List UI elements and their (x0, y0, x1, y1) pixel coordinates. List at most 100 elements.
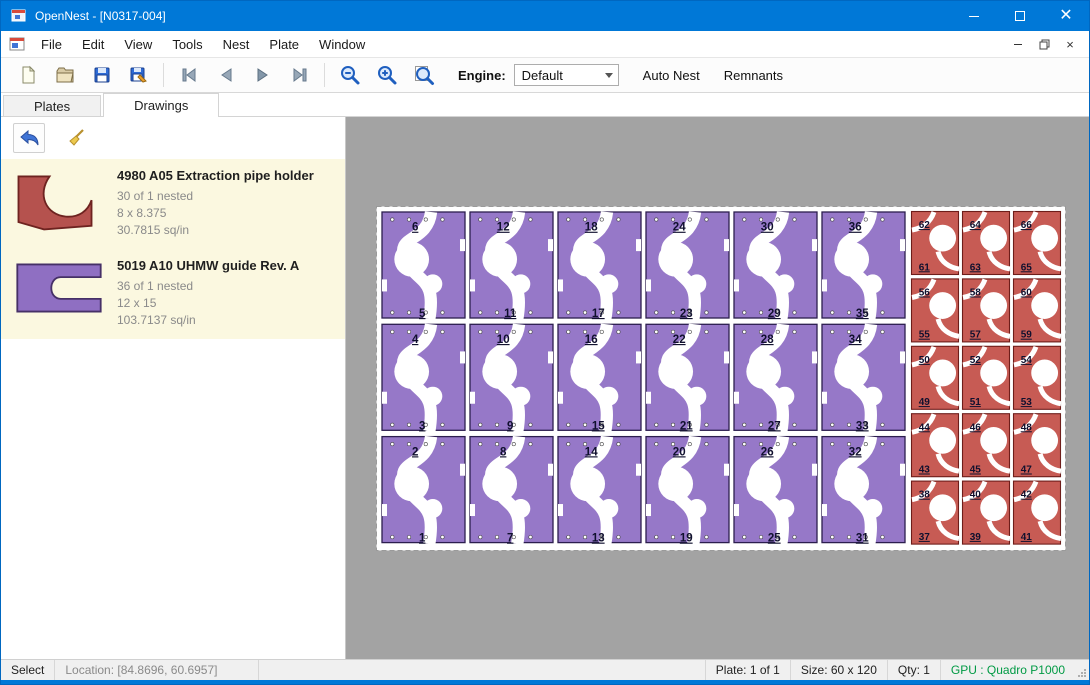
nest-plate[interactable]: 6512111817242330293635431091615222128273… (376, 206, 1066, 551)
part-number[interactable]: 31 (856, 533, 869, 545)
part-number[interactable]: 51 (970, 397, 982, 408)
purple-part-pair[interactable]: 26 25 (734, 437, 817, 545)
red-part-pair[interactable]: 5453 (1014, 346, 1062, 409)
part-number[interactable]: 44 (919, 422, 931, 433)
part-number[interactable]: 6 (412, 222, 418, 234)
previous-plate-button[interactable] (207, 60, 244, 90)
part-number[interactable]: 47 (1021, 465, 1033, 476)
open-button[interactable] (46, 60, 83, 90)
red-part-pair[interactable]: 52 51 (963, 346, 1011, 409)
part-number[interactable]: 57 (970, 330, 982, 341)
part-number[interactable]: 48 (1021, 422, 1033, 433)
part-number[interactable]: 8 (500, 446, 507, 458)
part-number[interactable]: 17 (592, 308, 605, 320)
red-part-pair[interactable]: 46 45 (963, 414, 1011, 477)
part-number[interactable]: 61 (919, 262, 931, 273)
part-number[interactable]: 36 (849, 222, 862, 234)
minimize-button[interactable] (951, 1, 997, 31)
part-number[interactable]: 32 (849, 446, 862, 458)
part-number[interactable]: 59 (1021, 330, 1033, 341)
menu-plate[interactable]: Plate (259, 33, 309, 56)
part-number[interactable]: 35 (856, 308, 869, 320)
red-part-pair[interactable]: 50 49 (912, 346, 960, 409)
part-number[interactable]: 37 (919, 532, 931, 543)
red-part-pair[interactable]: 44 43 (912, 414, 960, 477)
engine-select[interactable]: Default (514, 64, 619, 86)
save-as-button[interactable] (120, 60, 157, 90)
purple-part-pair[interactable]: 65 (382, 212, 465, 320)
part-number[interactable]: 7 (507, 533, 513, 545)
part-number[interactable]: 49 (919, 397, 931, 408)
part-number[interactable]: 21 (680, 420, 693, 432)
next-plate-button[interactable] (244, 60, 281, 90)
part-number[interactable]: 52 (970, 355, 982, 366)
first-plate-button[interactable] (170, 60, 207, 90)
red-part-pair[interactable]: 60 59 (1014, 279, 1062, 342)
part-number[interactable]: 45 (970, 465, 982, 476)
purple-part-pair[interactable]: 34 33 (822, 324, 905, 432)
part-number[interactable]: 42 (1021, 490, 1033, 501)
part-number[interactable]: 22 (673, 334, 686, 346)
part-number[interactable]: 62 (919, 220, 931, 231)
purple-part-pair[interactable]: 1413 (558, 437, 641, 545)
drawing-list-item[interactable]: 5019 A10 UHMW guide Rev. A 36 of 1 neste… (1, 249, 345, 339)
part-number[interactable]: 46 (970, 422, 982, 433)
red-part-pair[interactable]: 5655 (912, 279, 960, 342)
red-part-pair[interactable]: 62 61 (912, 212, 960, 275)
close-button[interactable]: ✕ (1043, 1, 1089, 31)
part-number[interactable]: 26 (761, 446, 774, 458)
part-number[interactable]: 55 (919, 330, 931, 341)
part-number[interactable]: 34 (849, 334, 862, 346)
purple-part-pair[interactable]: 1211 (470, 212, 553, 320)
part-number[interactable]: 11 (504, 308, 517, 320)
part-number[interactable]: 18 (585, 222, 598, 234)
part-number[interactable]: 16 (585, 334, 598, 346)
mdi-restore-button[interactable] (1033, 34, 1055, 54)
part-number[interactable]: 4 (412, 334, 419, 346)
part-number[interactable]: 9 (507, 420, 513, 432)
purple-part-pair[interactable]: 3029 (734, 212, 817, 320)
purple-part-pair[interactable]: 87 (470, 437, 553, 545)
remnants-button[interactable]: Remnants (724, 68, 783, 83)
zoom-fit-button[interactable] (405, 60, 442, 90)
back-button[interactable] (13, 123, 45, 153)
part-number[interactable]: 20 (673, 446, 686, 458)
part-number[interactable]: 25 (768, 533, 781, 545)
part-number[interactable]: 3 (419, 420, 425, 432)
save-button[interactable] (83, 60, 120, 90)
part-number[interactable]: 60 (1021, 287, 1033, 298)
maximize-button[interactable] (997, 1, 1043, 31)
part-number[interactable]: 40 (970, 490, 982, 501)
purple-part-pair[interactable]: 2019 (646, 437, 729, 545)
part-number[interactable]: 39 (970, 532, 982, 543)
menu-tools[interactable]: Tools (162, 33, 212, 56)
part-number[interactable]: 5 (419, 308, 426, 320)
part-number[interactable]: 15 (592, 420, 605, 432)
part-number[interactable]: 66 (1021, 220, 1033, 231)
part-number[interactable]: 50 (919, 355, 931, 366)
purple-part-pair[interactable]: 109 (470, 324, 553, 432)
red-part-pair[interactable]: 6463 (963, 212, 1011, 275)
new-button[interactable] (9, 60, 46, 90)
menu-nest[interactable]: Nest (213, 33, 260, 56)
part-number[interactable]: 14 (585, 446, 598, 458)
part-number[interactable]: 33 (856, 420, 869, 432)
part-number[interactable]: 43 (919, 465, 931, 476)
part-number[interactable]: 38 (919, 490, 931, 501)
part-number[interactable]: 24 (673, 222, 686, 234)
zoom-in-button[interactable] (368, 60, 405, 90)
part-number[interactable]: 63 (970, 262, 982, 273)
part-number[interactable]: 29 (768, 308, 781, 320)
purple-part-pair[interactable]: 32 31 (822, 437, 905, 545)
part-number[interactable]: 65 (1021, 262, 1033, 273)
resize-grip[interactable] (1075, 660, 1089, 680)
purple-part-pair[interactable]: 2827 (734, 324, 817, 432)
purple-part-pair[interactable]: 36 35 (822, 212, 905, 320)
purple-part-pair[interactable]: 1615 (558, 324, 641, 432)
menu-edit[interactable]: Edit (72, 33, 114, 56)
red-part-pair[interactable]: 5857 (963, 279, 1011, 342)
tab-plates[interactable]: Plates (3, 95, 101, 116)
purple-part-pair[interactable]: 22 21 (646, 324, 729, 432)
drawing-list-item[interactable]: 4980 A05 Extraction pipe holder 30 of 1 … (1, 159, 345, 249)
purple-part-pair[interactable]: 21 (382, 437, 465, 545)
